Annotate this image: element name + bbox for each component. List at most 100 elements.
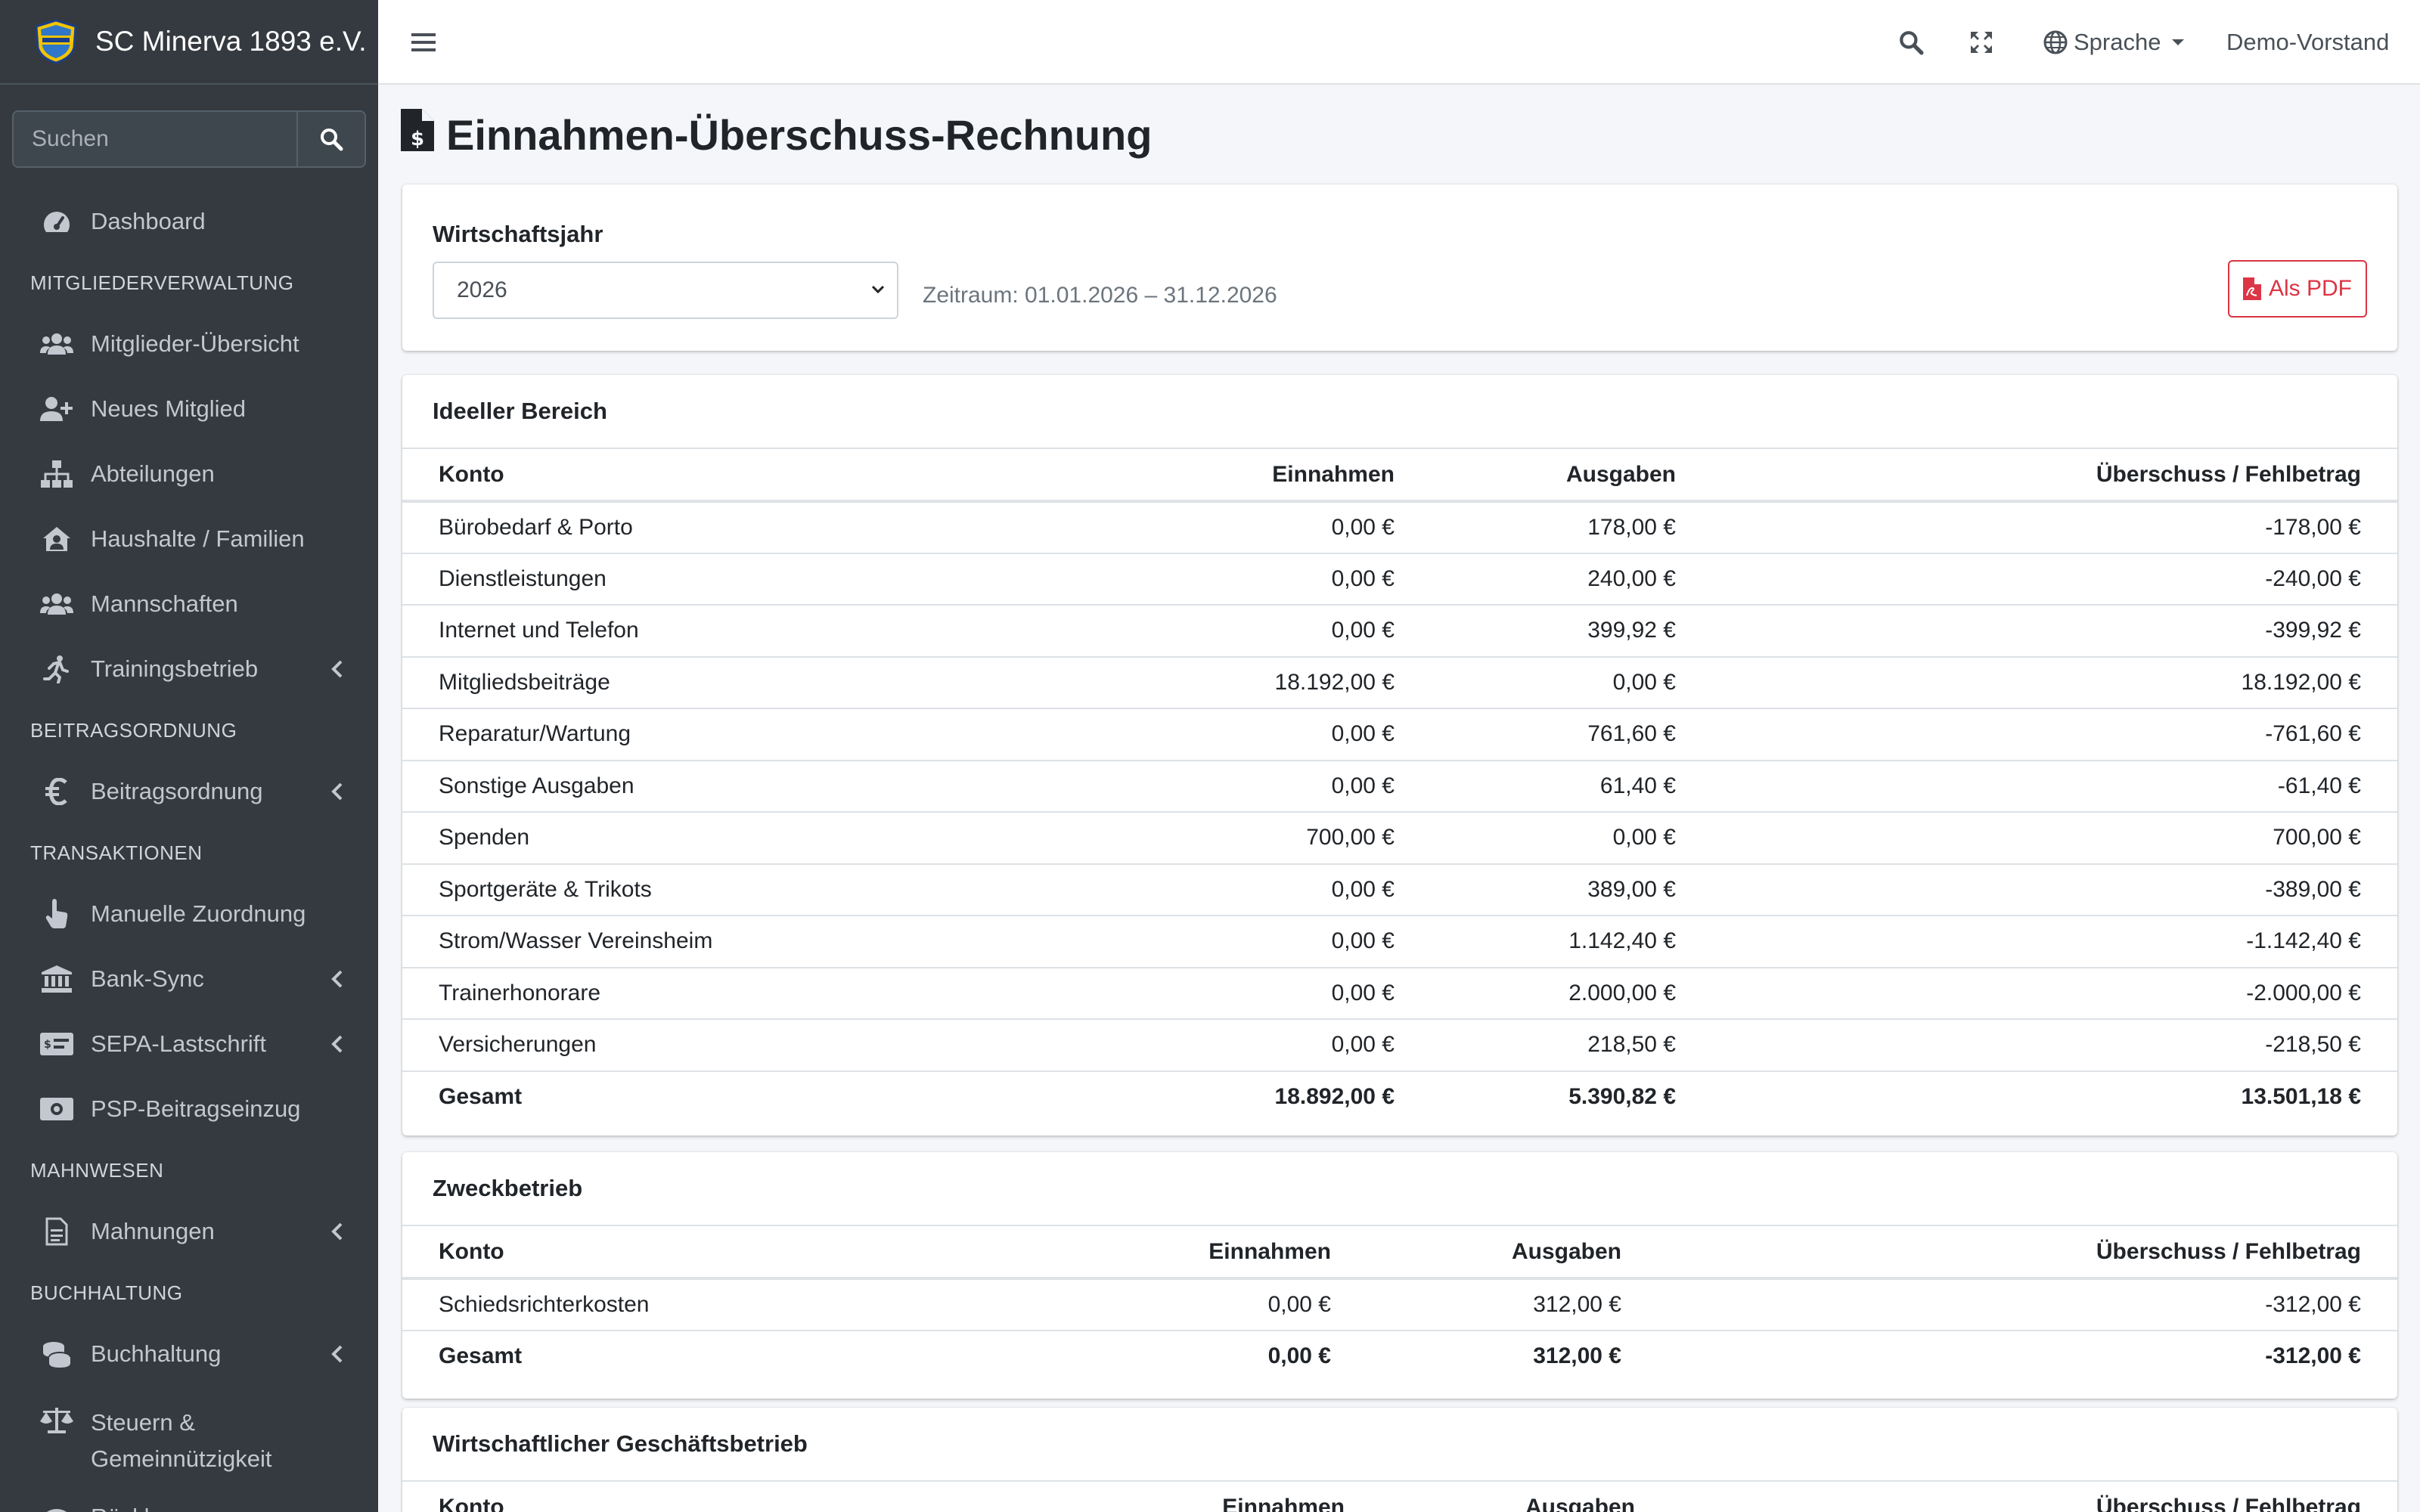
pdf-export-button[interactable]: Als PDF [2228, 260, 2367, 318]
money-check-icon: $ [39, 1029, 74, 1059]
brand-text: SC Minerva 1893 e.V. [95, 26, 367, 57]
cell-konto: Bürobedarf & Porto [402, 501, 992, 554]
cell-konto: Gesamt [439, 1343, 523, 1369]
section-title: Zweckbetrieb [433, 1175, 583, 1201]
chevron-left-icon [331, 970, 343, 988]
sidebar-search-input[interactable]: Suchen [14, 112, 296, 166]
cell-einnahmen: 0,00 € [992, 916, 1431, 968]
cell-ueberschuss: -61,40 € [1712, 760, 2397, 813]
sidebar-item-label: Steuern & Gemeinnützigkeit [91, 1409, 272, 1472]
sidebar-item-label: Buchhaltung [91, 1340, 222, 1367]
zeitraum-text: Zeitraum: 01.01.2026 – 31.12.2026 [923, 283, 1277, 308]
house-user-icon [39, 524, 74, 554]
cell-ueberschuss: -218,50 € [1712, 1019, 2397, 1072]
cell-konto: Spenden [402, 812, 992, 865]
cell-ausgaben: 61,40 € [1431, 760, 1712, 813]
navbar-search-button[interactable] [1898, 0, 1924, 85]
sidebar-item-mannschaften[interactable]: Mannschaften [0, 572, 378, 637]
cell-einnahmen: 0,00 € [992, 1019, 1431, 1072]
cell-konto: Mitgliedsbeiträge [402, 656, 992, 709]
file-pdf-icon [2242, 277, 2261, 300]
nav-header-mahnwesen: MAHNWESEN [30, 1158, 164, 1182]
wirtschaft-table: Konto Einnahmen Ausgaben Überschuss / Fe… [402, 1480, 2397, 1512]
sidebar-item-neues-mitglied[interactable]: Neues Mitglied [0, 376, 378, 442]
cell-konto: Sportgeräte & Trikots [402, 863, 992, 916]
cell-einnahmen: 0,00 € [1267, 1343, 1331, 1369]
column-header-einnahmen: Einnahmen [992, 448, 1431, 503]
column-header-einnahmen: Einnahmen [992, 1225, 1367, 1280]
ideeller-bereich-card: Ideeller Bereich Konto Einnahmen Ausgabe… [402, 375, 2397, 1136]
column-header-ueberschuss: Überschuss / Fehlbetrag [1671, 1481, 2397, 1512]
cell-ausgaben: 0,00 € [1431, 656, 1712, 709]
table-row: Schiedsrichterkosten 0,00 €312,00 € -312,0… [402, 1278, 2397, 1331]
nav-header-transaktionen: TRANSAKTIONEN [30, 841, 203, 864]
sidebar-search-button[interactable] [296, 112, 365, 166]
chevron-down-icon [871, 285, 885, 294]
sidebar-item-buchhaltung[interactable]: Buchhaltung [0, 1321, 378, 1387]
cell-ausgaben: 2.000,00 € [1431, 967, 1712, 1020]
cell-einnahmen: 0,00 € [992, 1278, 1367, 1331]
sidebar-item-bank-sync[interactable]: Bank-Sync [0, 947, 378, 1012]
hamburger-menu-icon [411, 33, 436, 51]
column-header-ausgaben: Ausgaben [1431, 448, 1712, 503]
cell-ausgaben: 312,00 € [1533, 1343, 1621, 1369]
cell-ueberschuss: -240,00 € [1712, 553, 2397, 606]
wirtschaftsjahr-select[interactable]: 2026 [433, 262, 898, 319]
sidebar-item-label: SEPA-Lastschrift [91, 1030, 267, 1057]
sidebar-item-abteilungen[interactable]: Abteilungen [0, 442, 378, 507]
cell-ausgaben: 312,00 € [1367, 1278, 1658, 1331]
total-row: Gesamt 0,00 € 312,00 € -312,00 € [402, 1331, 2397, 1383]
expand-arrows-icon [1971, 32, 1992, 53]
menu-toggle-button[interactable] [411, 0, 436, 85]
sidebar-item-trainingsbetrieb[interactable]: Trainingsbetrieb [0, 637, 378, 702]
sidebar-item-mitglieder-uebersicht[interactable]: Mitglieder-Übersicht [0, 311, 378, 376]
sidebar-item-psp-beitragseinzug[interactable]: PSP-Beitragseinzug [0, 1077, 378, 1142]
caret-down-icon [2172, 39, 2185, 45]
table-row: Internet und Telefon 0,00 €399,92 € -399,9… [402, 605, 2397, 658]
sidebar-item-dashboard[interactable]: Dashboard [0, 189, 378, 254]
cell-einnahmen: 0,00 € [992, 501, 1431, 554]
cell-ausgaben: 218,50 € [1431, 1019, 1712, 1072]
fullscreen-button[interactable] [1969, 0, 1993, 85]
ideeller-bereich-table: Konto Einnahmen Ausgaben Überschuss / Fe… [402, 448, 2397, 1123]
sidebar-item-ruecklagen[interactable]: Rücklagen [0, 1485, 378, 1512]
file-icon [39, 1216, 74, 1247]
page-title-text: Einnahmen-Überschuss-Rechnung [446, 111, 1153, 159]
cell-einnahmen: 0,00 € [992, 553, 1431, 606]
nav-header-beitragsordnung: BEITRAGSORDNUNG [30, 718, 237, 742]
column-header-konto: Konto [402, 1481, 992, 1512]
section-title: Ideeller Bereich [433, 398, 607, 424]
brand-link[interactable]: SC Minerva 1893 e.V. [0, 0, 378, 85]
sidebar-item-label: Beitragsordnung [91, 778, 263, 804]
zweckbetrieb-card: Zweckbetrieb Konto Einnahmen Ausgaben Üb… [402, 1152, 2397, 1399]
cell-konto: Sonstige Ausgaben [402, 760, 992, 813]
sidebar-item-haushalte[interactable]: Haushalte / Familien [0, 507, 378, 572]
column-header-einnahmen: Einnahmen [992, 1481, 1381, 1512]
cell-ausgaben: 761,60 € [1431, 708, 1712, 761]
column-header-konto: Konto [402, 448, 992, 503]
sidebar-item-steuern[interactable]: Steuern & Gemeinnützigkeit [0, 1387, 378, 1485]
wirtschaftsjahr-label: Wirtschaftsjahr [433, 221, 603, 247]
page-title: $ Einnahmen-Überschuss-Rechnung [401, 107, 1152, 163]
cell-einnahmen: 0,00 € [992, 863, 1431, 916]
sidebar-item-label: Manuelle Zuordnung [91, 900, 306, 927]
filter-card: Wirtschaftsjahr 2026 Zeitraum: 01.01.202… [402, 184, 2397, 351]
user-menu[interactable]: Demo-Vorstand [2226, 0, 2389, 85]
sidebar-item-beitragsordnung[interactable]: Beitragsordnung [0, 759, 378, 824]
sidebar-item-label: Neues Mitglied [91, 395, 247, 422]
money-bill-icon [39, 1094, 74, 1124]
sidebar-item-sepa-lastschrift[interactable]: $ SEPA-Lastschrift [0, 1012, 378, 1077]
globe-icon [2043, 30, 2068, 54]
sidebar-item-label: Dashboard [91, 208, 206, 234]
cell-einnahmen: 18.192,00 € [992, 656, 1431, 709]
sidebar-item-mahnungen[interactable]: Mahnungen [0, 1199, 378, 1264]
cell-ueberschuss: -178,00 € [1712, 501, 2397, 554]
cell-einnahmen: 18.892,00 € [1274, 1084, 1395, 1110]
language-dropdown[interactable]: Sprache [2043, 0, 2185, 85]
tachometer-icon [39, 206, 74, 237]
sidebar-item-manuelle-zuordnung[interactable]: Manuelle Zuordnung [0, 881, 378, 947]
cell-ausgaben: 0,00 € [1431, 812, 1712, 865]
selected-year: 2026 [457, 277, 507, 302]
column-header-konto: Konto [402, 1225, 992, 1280]
cell-ueberschuss: -389,00 € [1712, 863, 2397, 916]
